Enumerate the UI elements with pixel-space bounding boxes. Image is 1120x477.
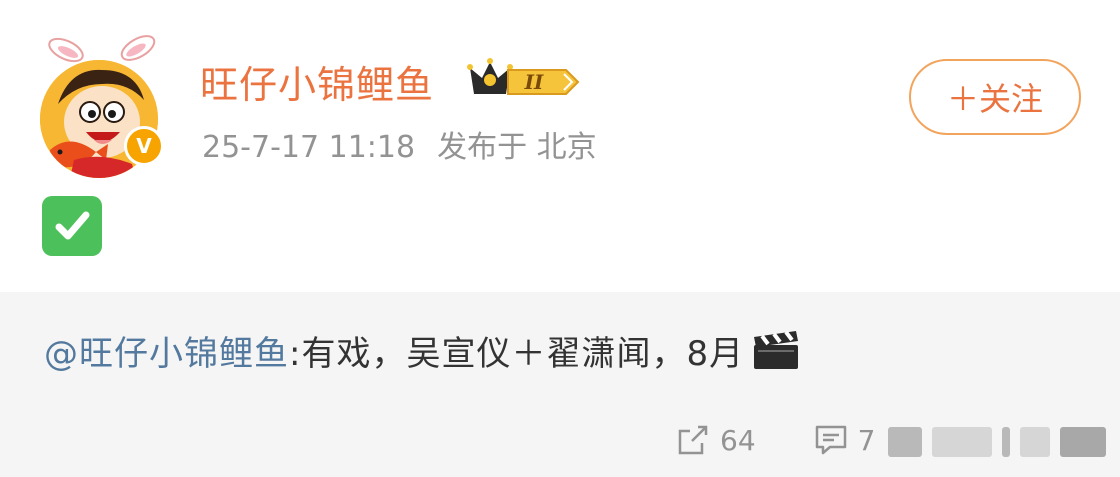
comment-action[interactable]: 7	[814, 423, 876, 457]
watermark-block	[888, 427, 922, 457]
share-count: 64	[720, 423, 756, 457]
share-action[interactable]: 64	[676, 423, 756, 457]
comment-count: 7	[857, 423, 876, 457]
watermark-block	[1060, 427, 1106, 457]
repost-text: @旺仔小锦鲤鱼:有戏，吴宣仪＋翟潇闻，8月	[44, 326, 802, 375]
share-icon	[678, 425, 708, 455]
author-avatar[interactable]: V	[32, 22, 168, 178]
mention-link[interactable]: @旺仔小锦鲤鱼	[44, 334, 289, 374]
watermark-block	[932, 427, 992, 457]
crown-level-label: II	[524, 70, 544, 94]
post-timestamp: 25-7-17 11:18	[202, 130, 416, 165]
blurred-watermark	[888, 422, 1106, 462]
post-location: 发布于 北京	[437, 130, 597, 165]
comment-icon	[815, 425, 846, 455]
follow-button[interactable]: ＋关注	[909, 59, 1081, 135]
repost-body: :有戏，吴宣仪＋翟潇闻，8月	[289, 334, 745, 374]
crown-member-badge-icon[interactable]: II	[466, 56, 582, 104]
post-meta: 25-7-17 11:18 发布于 北京	[202, 122, 619, 166]
watermark-block	[1020, 427, 1050, 457]
clapper-board-icon	[754, 331, 799, 369]
weibo-post: V 旺仔小锦鲤鱼 II 25-7-17 11:18 发布于 北京 ＋关注 @旺仔小…	[0, 0, 1120, 477]
watermark-block	[1002, 427, 1010, 457]
verified-badge-icon: V	[124, 126, 164, 166]
check-mark-icon	[42, 196, 102, 256]
author-name[interactable]: 旺仔小锦鲤鱼	[200, 54, 434, 109]
